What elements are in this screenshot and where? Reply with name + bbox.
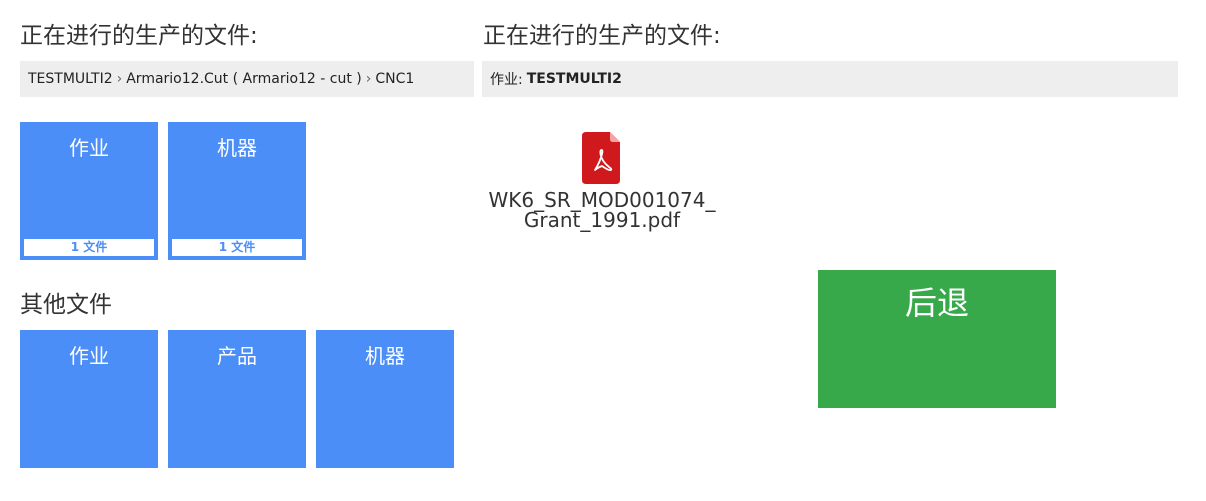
current-files-title: 正在进行的生产的文件:	[20, 23, 258, 49]
breadcrumb-separator: ›	[116, 71, 123, 87]
job-label: 作业:	[490, 72, 523, 88]
tile-job[interactable]: 作业 1 文件	[20, 122, 158, 260]
tile-other-job-label: 作业	[69, 344, 109, 368]
breadcrumb-item-product[interactable]: Armario12.Cut ( Armario12 - cut )	[126, 71, 362, 87]
right-current-files-title: 正在进行的生产的文件:	[483, 23, 721, 49]
job-value: TESTMULTI2	[526, 71, 622, 87]
breadcrumb-item-job[interactable]: TESTMULTI2	[28, 71, 113, 87]
tile-machine-label: 机器	[217, 136, 257, 160]
back-button-label: 后退	[904, 284, 969, 322]
file-item[interactable]: WK6_SR_MOD001074_Grant_1991.pdf	[482, 132, 722, 230]
breadcrumb: TESTMULTI2 › Armario12.Cut ( Armario12 -…	[20, 61, 474, 97]
tile-machine-file-count: 1 文件	[172, 239, 302, 256]
breadcrumb-separator: ›	[365, 71, 372, 87]
breadcrumb-item-machine[interactable]: CNC1	[375, 71, 414, 87]
pdf-file-icon	[582, 132, 620, 184]
tile-other-job[interactable]: 作业	[20, 330, 158, 468]
back-button[interactable]: 后退	[818, 270, 1056, 408]
tile-job-label: 作业	[69, 136, 109, 160]
tile-machine[interactable]: 机器 1 文件	[168, 122, 306, 260]
tile-other-machine-label: 机器	[365, 344, 405, 368]
other-files-title: 其他文件	[20, 292, 112, 318]
job-info-bar: 作业: TESTMULTI2	[482, 61, 1178, 97]
tile-job-file-count: 1 文件	[24, 239, 154, 256]
tile-other-machine[interactable]: 机器	[316, 330, 454, 468]
file-name[interactable]: WK6_SR_MOD001074_Grant_1991.pdf	[482, 190, 722, 230]
tile-other-product-label: 产品	[217, 344, 257, 368]
tile-other-product[interactable]: 产品	[168, 330, 306, 468]
